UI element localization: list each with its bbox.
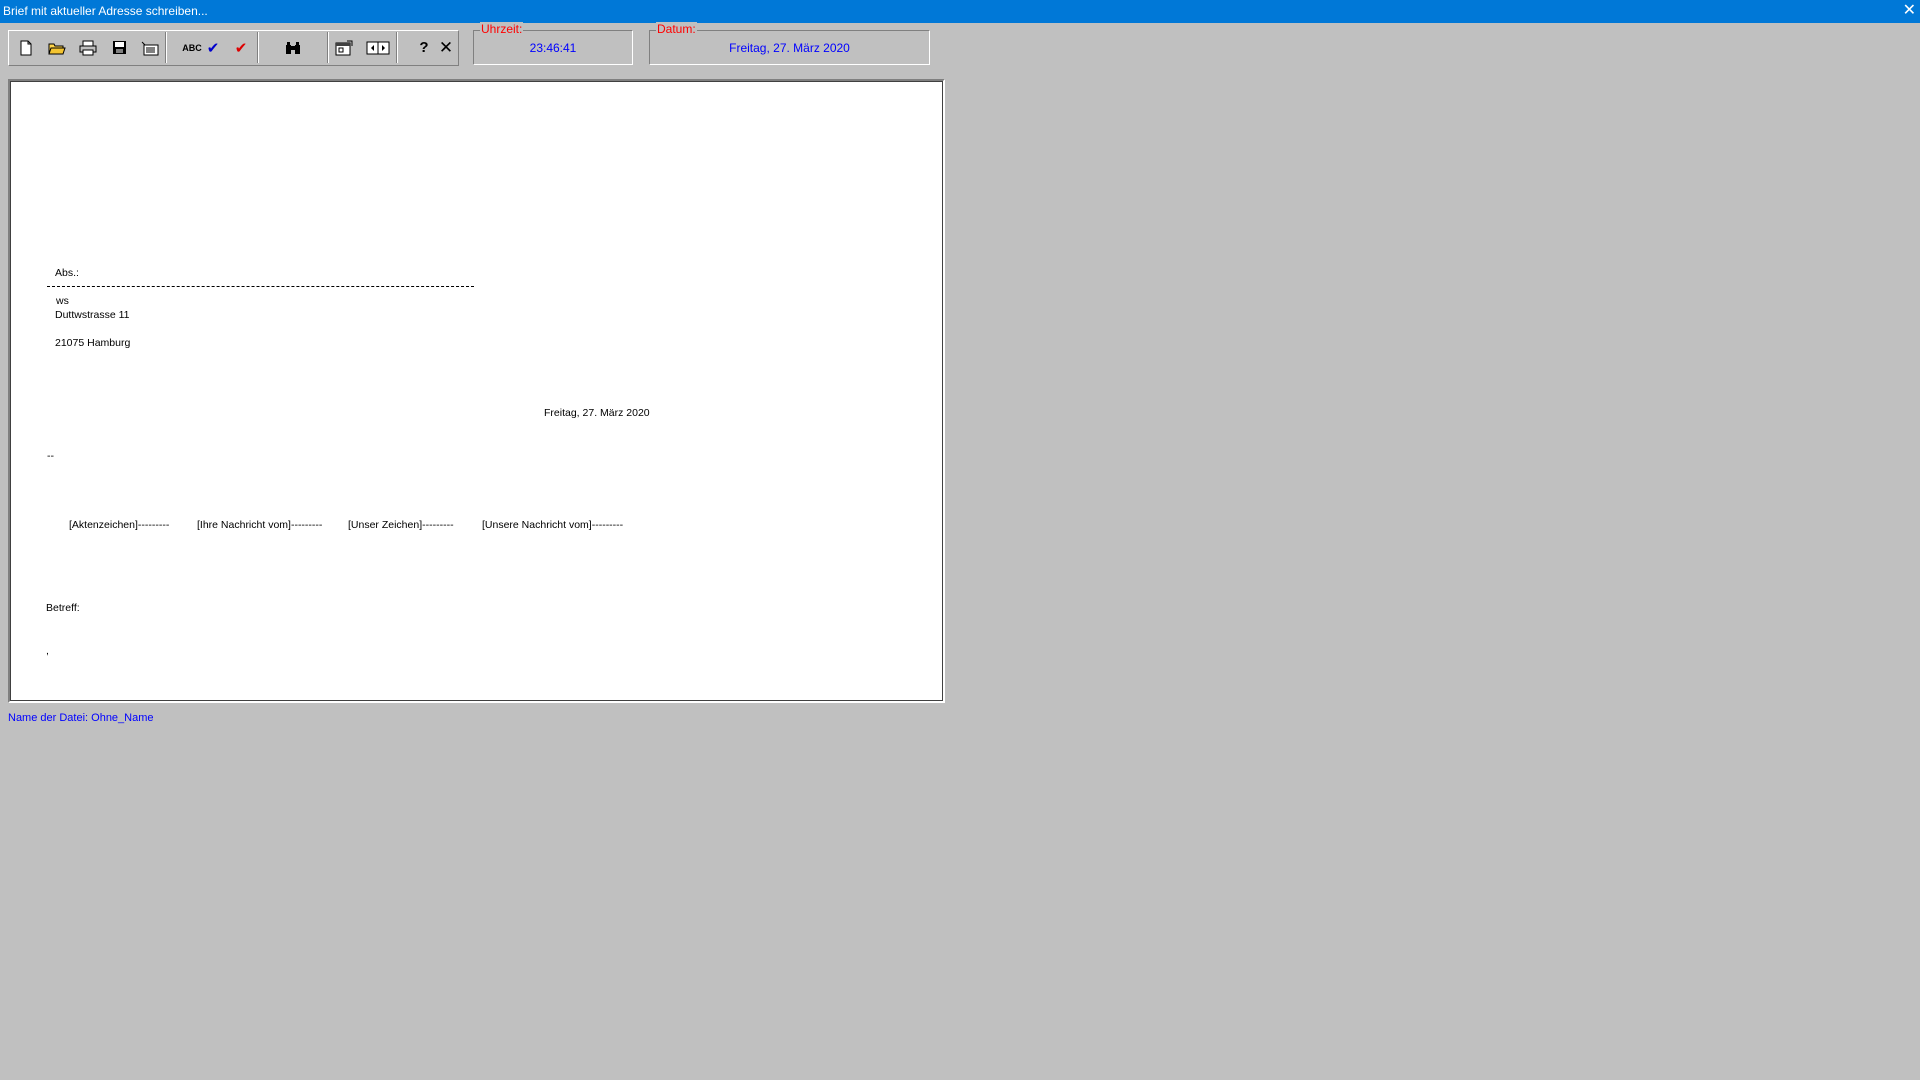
recipient-city: 21075 Hamburg bbox=[55, 337, 131, 349]
page-navigation-icon[interactable] bbox=[360, 32, 397, 63]
letter-editor[interactable]: Abs.: ws Duttwstrasse 11 21075 Hamburg F… bbox=[8, 79, 945, 703]
insert-address-icon[interactable] bbox=[135, 32, 166, 63]
sender-divider bbox=[47, 286, 474, 287]
letter-date: Freitag, 27. März 2020 bbox=[544, 407, 650, 419]
filename-status: Name der Datei: Ohne_Name bbox=[8, 712, 154, 724]
subject-label: Betreff: bbox=[46, 602, 80, 614]
binoculars-search-icon[interactable] bbox=[259, 32, 328, 63]
body-start: , bbox=[46, 645, 49, 657]
sender-label: Abs.: bbox=[55, 267, 79, 279]
window-title: Brief mit aktueller Adresse schreiben... bbox=[3, 4, 208, 18]
check-blue-icon[interactable]: ✔ bbox=[202, 32, 224, 63]
toolbar: ABC ✔ ✔ ? ✕ bbox=[8, 30, 459, 66]
recipient-street: Duttwstrasse 11 bbox=[55, 309, 130, 321]
print-icon[interactable] bbox=[73, 32, 103, 63]
new-document-icon[interactable] bbox=[11, 32, 41, 63]
settings-dialog-icon[interactable] bbox=[329, 32, 359, 63]
reference-aktenzeichen: [Aktenzeichen]--------- bbox=[69, 519, 170, 531]
time-label: Uhrzeit: bbox=[480, 22, 524, 36]
date-panel: Datum: Freitag, 27. März 2020 bbox=[649, 22, 930, 65]
save-icon[interactable] bbox=[104, 32, 134, 63]
salutation-line: -- bbox=[47, 450, 54, 462]
reference-unser-zeichen: [Unser Zeichen]--------- bbox=[348, 519, 454, 531]
open-folder-icon[interactable] bbox=[42, 32, 72, 63]
reference-unsere-nachricht: [Unsere Nachricht vom]--------- bbox=[482, 519, 624, 531]
date-value: Freitag, 27. März 2020 bbox=[729, 41, 850, 55]
title-bar: Brief mit aktueller Adresse schreiben...… bbox=[0, 0, 1920, 23]
date-label: Datum: bbox=[656, 22, 697, 36]
time-value: 23:46:41 bbox=[529, 41, 577, 55]
check-red-icon[interactable]: ✔ bbox=[225, 32, 258, 63]
recipient-name: ws bbox=[56, 295, 69, 307]
reference-ihre-nachricht: [Ihre Nachricht vom]--------- bbox=[197, 519, 323, 531]
window-close-icon[interactable]: ✕ bbox=[1903, 2, 1916, 20]
time-panel: Uhrzeit: 23:46:41 bbox=[473, 22, 633, 65]
close-icon[interactable]: ✕ bbox=[433, 32, 459, 63]
